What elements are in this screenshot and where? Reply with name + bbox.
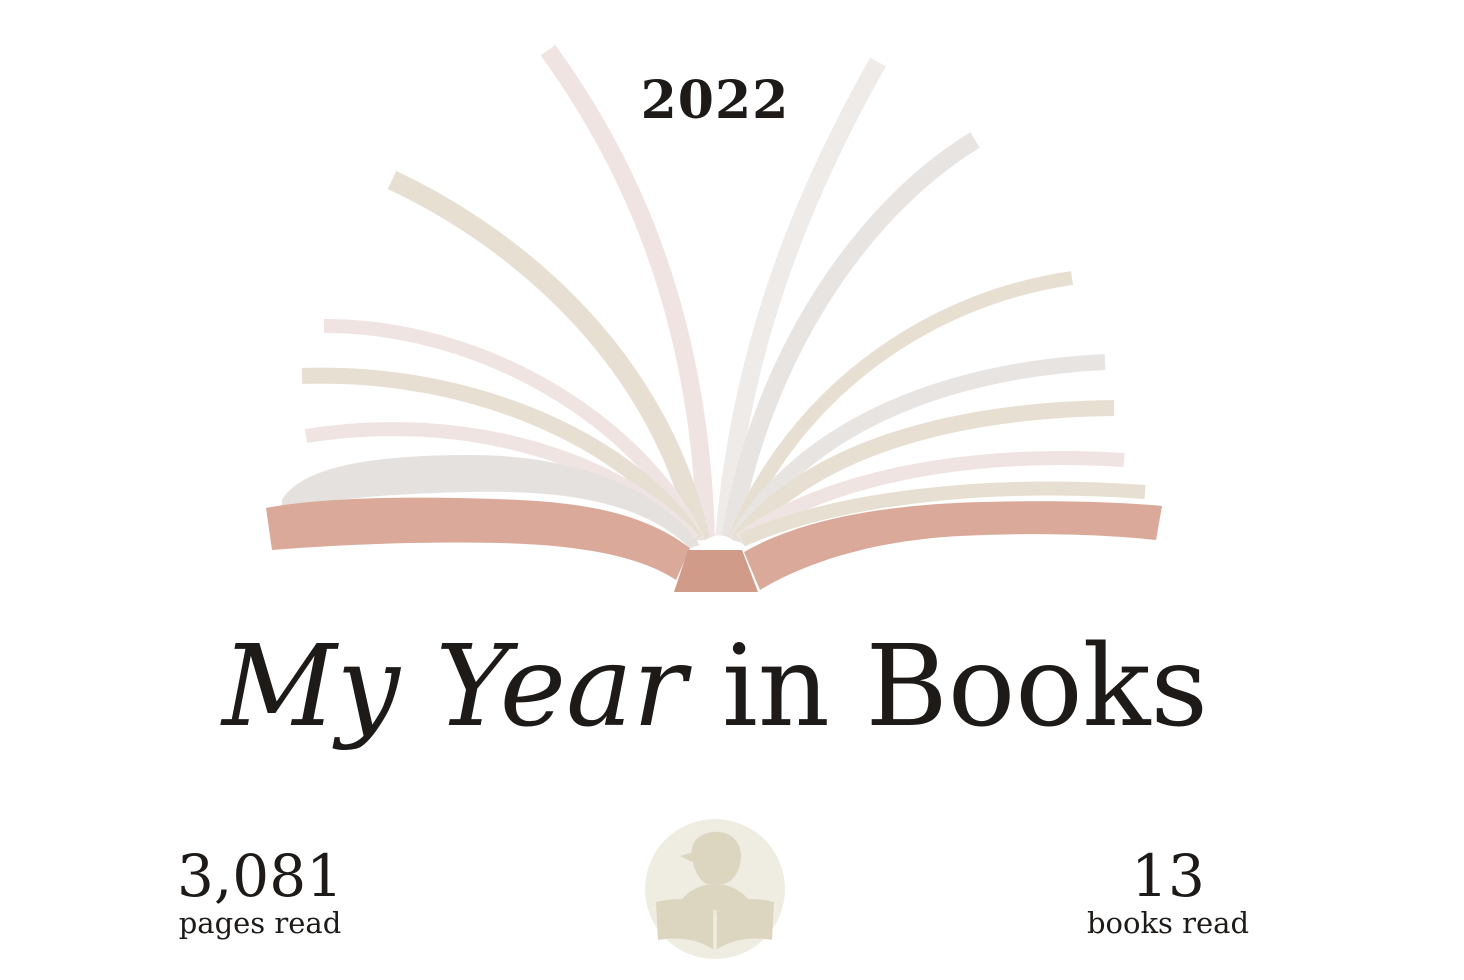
title-in-books: in Books <box>721 622 1209 752</box>
reader-avatar-icon <box>645 819 785 959</box>
books-read-label: books read <box>1086 906 1250 940</box>
pages-read-value: 3,081 <box>176 842 344 910</box>
page-title: My Year in Books <box>0 622 1430 752</box>
books-read-value: 13 <box>1131 842 1205 910</box>
books-read-stat: 13 books read <box>1068 845 1268 939</box>
pages-read-label: pages read <box>178 906 342 940</box>
open-book-illustration <box>266 44 1162 592</box>
pages-read-stat: 3,081 pages read <box>160 845 360 939</box>
title-word-year: Year <box>435 622 687 752</box>
title-word-my: My <box>221 622 400 752</box>
